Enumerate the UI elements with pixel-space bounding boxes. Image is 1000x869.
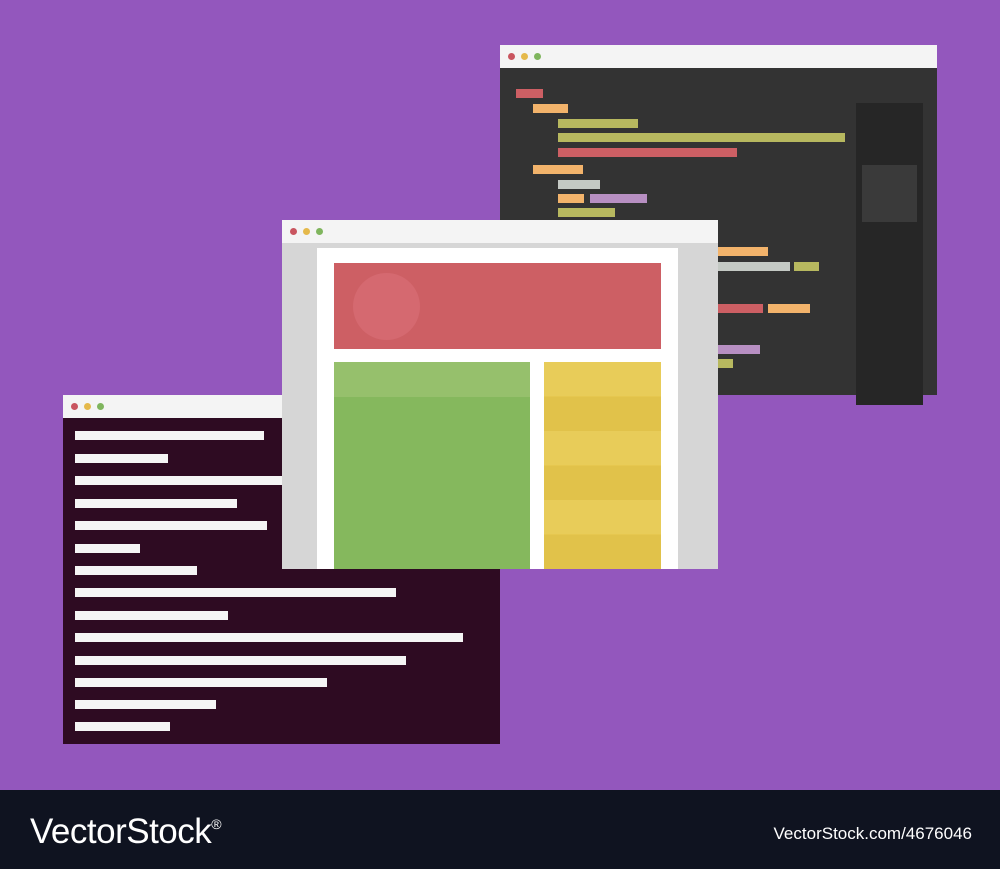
code-line: [718, 345, 760, 354]
sidebar-row: [544, 465, 661, 500]
code-line: [533, 165, 583, 174]
terminal-line: [75, 700, 216, 709]
sidebar-row: [544, 362, 661, 396]
terminal-line: [75, 454, 168, 463]
code-line: [558, 148, 737, 157]
brand-name: VectorStock: [30, 812, 212, 851]
terminal-line: [75, 431, 264, 440]
terminal-line: [75, 722, 170, 731]
code-line: [718, 262, 790, 271]
terminal-line: [75, 588, 396, 597]
terminal-line: [75, 544, 140, 553]
registered-mark: ®: [211, 816, 222, 832]
terminal-line: [75, 566, 197, 575]
code-line: [718, 304, 763, 313]
close-dot-icon[interactable]: [290, 228, 297, 235]
code-line: [768, 304, 810, 313]
maximize-dot-icon[interactable]: [534, 53, 541, 60]
code-line: [590, 194, 647, 203]
minimize-dot-icon[interactable]: [303, 228, 310, 235]
editor-minimap[interactable]: [856, 103, 923, 405]
code-line: [558, 194, 584, 203]
minimize-dot-icon[interactable]: [521, 53, 528, 60]
code-line: [718, 359, 733, 368]
sidebar-row: [544, 534, 661, 569]
code-line: [794, 262, 819, 271]
terminal-line: [75, 611, 228, 620]
terminal-line: [75, 656, 406, 665]
hero-logo-circle: [353, 273, 420, 340]
code-line: [558, 119, 638, 128]
terminal-line: [75, 476, 285, 485]
terminal-line: [75, 678, 327, 687]
code-line: [558, 180, 600, 189]
terminal-line: [75, 521, 267, 530]
maximize-dot-icon[interactable]: [97, 403, 104, 410]
close-dot-icon[interactable]: [71, 403, 78, 410]
page-main-column: [334, 362, 530, 569]
page-sidebar-column: [544, 362, 661, 569]
browser-titlebar[interactable]: [282, 220, 718, 243]
code-line: [718, 247, 768, 256]
code-line: [558, 208, 615, 217]
sidebar-row: [544, 396, 661, 431]
maximize-dot-icon[interactable]: [316, 228, 323, 235]
sidebar-row: [544, 500, 661, 534]
minimap-scroll-thumb[interactable]: [862, 165, 917, 222]
page-hero-banner: [334, 263, 661, 349]
web-page: [317, 248, 678, 569]
image-id-text: VectorStock.com/4676046: [773, 824, 972, 843]
brand-logo: VectorStock®: [30, 812, 222, 852]
main-column-header: [334, 362, 530, 397]
editor-titlebar[interactable]: [500, 45, 937, 68]
code-line: [533, 104, 568, 113]
close-dot-icon[interactable]: [508, 53, 515, 60]
minimize-dot-icon[interactable]: [84, 403, 91, 410]
browser-window: [282, 220, 718, 569]
terminal-line: [75, 633, 463, 642]
code-line: [516, 89, 543, 98]
code-line: [558, 133, 845, 142]
footer-bar: VectorStock® VectorStock.com/4676046: [0, 790, 1000, 869]
sidebar-row: [544, 431, 661, 465]
terminal-line: [75, 499, 237, 508]
